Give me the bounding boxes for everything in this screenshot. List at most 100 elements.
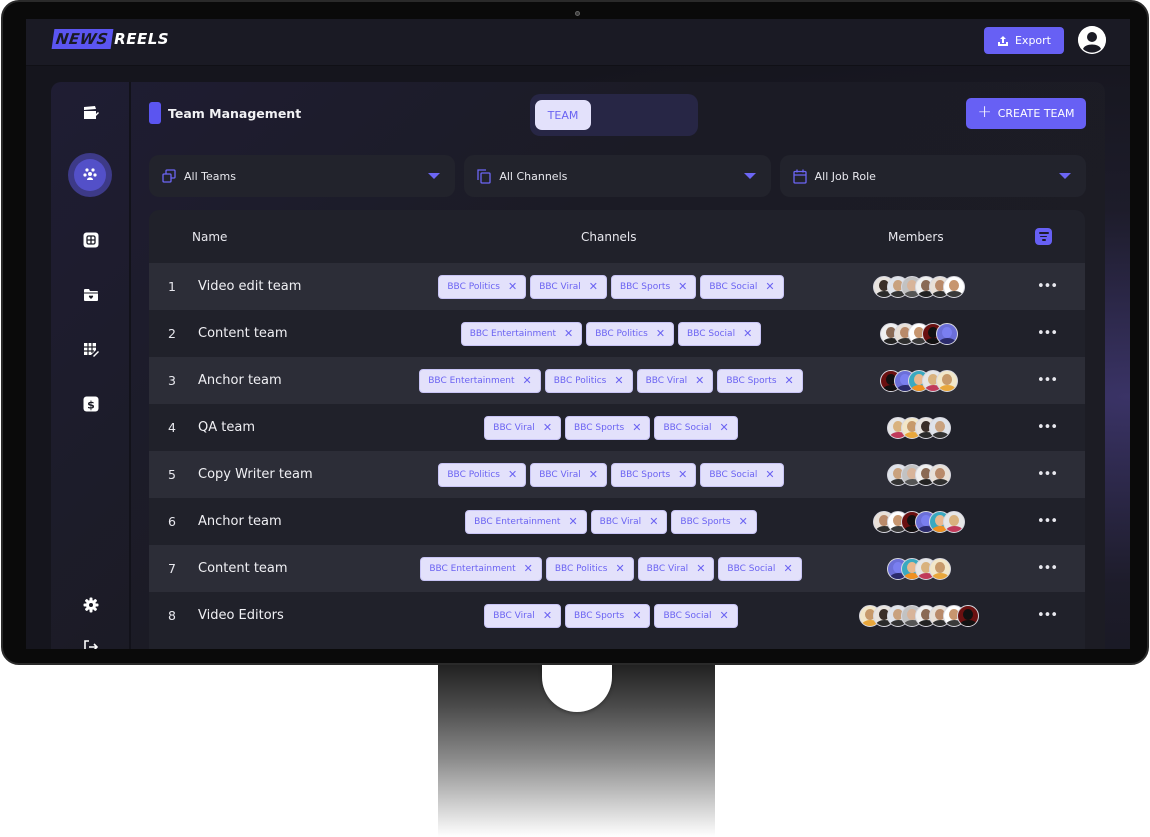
- team-name[interactable]: QA team: [198, 420, 255, 435]
- member-avatars[interactable]: [829, 322, 1009, 345]
- sidebar-item-clapperboard[interactable]: [78, 100, 104, 126]
- table-row[interactable]: 2 Content team BBC Entertainment ✕ BBC Polit…: [149, 310, 1085, 357]
- channel-tag[interactable]: BBC Politics ✕: [586, 321, 675, 346]
- sidebar-item-logout[interactable]: [78, 634, 104, 649]
- sidebar-item-billing[interactable]: $: [78, 391, 104, 417]
- sidebar-item-schedule[interactable]: [78, 337, 104, 363]
- channel-tag[interactable]: BBC Viral ✕: [530, 462, 607, 487]
- tab-team[interactable]: TEAM: [535, 100, 591, 130]
- more-options-icon[interactable]: •••: [1037, 326, 1058, 341]
- channel-tag[interactable]: BBC Social ✕: [654, 415, 738, 440]
- column-channels[interactable]: Channels: [581, 230, 637, 244]
- channel-tag[interactable]: BBC Politics ✕: [438, 274, 527, 299]
- more-options-icon[interactable]: •••: [1037, 561, 1058, 576]
- remove-tag-icon[interactable]: ✕: [564, 327, 573, 340]
- team-name[interactable]: Content team: [198, 561, 288, 576]
- channel-tag[interactable]: BBC Politics ✕: [545, 556, 634, 581]
- remove-tag-icon[interactable]: ✕: [543, 421, 552, 434]
- channel-tag[interactable]: BBC Entertainment ✕: [460, 321, 583, 346]
- table-row[interactable]: 6 Anchor team BBC Entertainment ✕ BBC Viral ✕…: [149, 498, 1085, 545]
- channel-tag[interactable]: BBC Viral ✕: [590, 509, 668, 534]
- sidebar-item-teams[interactable]: [68, 153, 112, 197]
- member-avatar[interactable]: [929, 463, 951, 486]
- member-avatars[interactable]: [829, 510, 1009, 533]
- channel-tag[interactable]: BBC Sports ✕: [671, 509, 757, 534]
- channel-tag[interactable]: BBC Viral ✕: [636, 368, 714, 393]
- remove-tag-icon[interactable]: ✕: [765, 468, 774, 481]
- member-avatar[interactable]: [943, 275, 965, 298]
- remove-tag-icon[interactable]: ✕: [508, 468, 517, 481]
- team-name[interactable]: Content team: [198, 326, 288, 341]
- member-avatars[interactable]: [829, 557, 1009, 580]
- remove-tag-icon[interactable]: ✕: [719, 609, 728, 622]
- channel-tag[interactable]: BBC Sports ✕: [610, 274, 697, 299]
- channel-tag[interactable]: BBC Viral ✕: [530, 274, 607, 299]
- channel-tag[interactable]: BBC Viral ✕: [484, 415, 562, 440]
- member-avatars[interactable]: [829, 463, 1009, 486]
- export-button[interactable]: Export: [984, 27, 1064, 54]
- remove-tag-icon[interactable]: ✕: [589, 280, 598, 293]
- sidebar-item-folder[interactable]: [78, 282, 104, 308]
- remove-tag-icon[interactable]: ✕: [614, 374, 623, 387]
- more-options-icon[interactable]: •••: [1037, 279, 1058, 294]
- user-avatar[interactable]: [1078, 26, 1106, 54]
- more-options-icon[interactable]: •••: [1037, 467, 1058, 482]
- remove-tag-icon[interactable]: ✕: [508, 280, 517, 293]
- more-options-icon[interactable]: •••: [1037, 373, 1058, 388]
- channel-tag[interactable]: BBC Social ✕: [700, 274, 784, 299]
- table-row[interactable]: 8 Video Editors BBC Viral ✕ BBC Sports ✕ BBC S…: [149, 592, 1085, 639]
- channel-tag[interactable]: BBC Viral ✕: [637, 556, 715, 581]
- remove-tag-icon[interactable]: ✕: [678, 468, 687, 481]
- channel-tag[interactable]: BBC Politics ✕: [438, 462, 527, 487]
- filter-job-role[interactable]: All Job Role: [779, 155, 1086, 197]
- remove-tag-icon[interactable]: ✕: [543, 609, 552, 622]
- member-avatar[interactable]: [943, 510, 965, 533]
- team-name[interactable]: Video edit team: [198, 279, 301, 294]
- member-avatar[interactable]: [929, 557, 951, 580]
- remove-tag-icon[interactable]: ✕: [783, 562, 792, 575]
- filter-icon[interactable]: [1035, 228, 1052, 245]
- team-name[interactable]: Anchor team: [198, 373, 282, 388]
- column-members[interactable]: Members: [888, 230, 944, 244]
- member-avatars[interactable]: [829, 275, 1009, 298]
- logo[interactable]: NEWS REELS: [51, 29, 169, 49]
- table-row[interactable]: 7 Content team BBC Entertainment ✕ BBC Polit…: [149, 545, 1085, 592]
- remove-tag-icon[interactable]: ✕: [524, 562, 533, 575]
- remove-tag-icon[interactable]: ✕: [568, 515, 577, 528]
- remove-tag-icon[interactable]: ✕: [785, 374, 794, 387]
- channel-tag[interactable]: BBC Sports ✕: [717, 368, 803, 393]
- member-avatars[interactable]: [829, 369, 1009, 392]
- remove-tag-icon[interactable]: ✕: [523, 374, 532, 387]
- channel-tag[interactable]: BBC Social ✕: [654, 603, 738, 628]
- filter-channels[interactable]: All Channels: [464, 155, 771, 197]
- filter-teams[interactable]: All Teams: [149, 155, 456, 197]
- channel-tag[interactable]: BBC Sports ✕: [565, 603, 651, 628]
- more-options-icon[interactable]: •••: [1037, 514, 1058, 529]
- remove-tag-icon[interactable]: ✕: [695, 374, 704, 387]
- team-name[interactable]: Copy Writer team: [198, 467, 313, 482]
- member-avatar[interactable]: [957, 604, 979, 627]
- channel-tag[interactable]: BBC Social ✕: [700, 462, 784, 487]
- column-name[interactable]: Name: [192, 230, 227, 244]
- remove-tag-icon[interactable]: ✕: [649, 515, 658, 528]
- channel-tag[interactable]: BBC Politics ✕: [544, 368, 633, 393]
- more-options-icon[interactable]: •••: [1037, 420, 1058, 435]
- remove-tag-icon[interactable]: ✕: [615, 562, 624, 575]
- channel-tag[interactable]: BBC Viral ✕: [484, 603, 562, 628]
- remove-tag-icon[interactable]: ✕: [678, 280, 687, 293]
- remove-tag-icon[interactable]: ✕: [632, 421, 641, 434]
- remove-tag-icon[interactable]: ✕: [719, 421, 728, 434]
- member-avatar[interactable]: [929, 416, 951, 439]
- more-options-icon[interactable]: •••: [1037, 608, 1058, 623]
- table-row[interactable]: 1 Video edit team BBC Politics ✕ BBC Viral ✕ B…: [149, 263, 1085, 310]
- sidebar-item-grid[interactable]: [78, 227, 104, 253]
- channel-tag[interactable]: BBC Sports ✕: [565, 415, 651, 440]
- table-row[interactable]: 4 QA team BBC Viral ✕ BBC Sports ✕ BBC Social ✕…: [149, 404, 1085, 451]
- create-team-button[interactable]: + CREATE TEAM: [966, 98, 1086, 129]
- sidebar-item-settings[interactable]: [78, 592, 104, 618]
- remove-tag-icon[interactable]: ✕: [739, 515, 748, 528]
- channel-tag[interactable]: BBC Sports ✕: [610, 462, 697, 487]
- table-row[interactable]: 3 Anchor team BBC Entertainment ✕ BBC Politi…: [149, 357, 1085, 404]
- member-avatars[interactable]: [829, 604, 1009, 627]
- remove-tag-icon[interactable]: ✕: [632, 609, 641, 622]
